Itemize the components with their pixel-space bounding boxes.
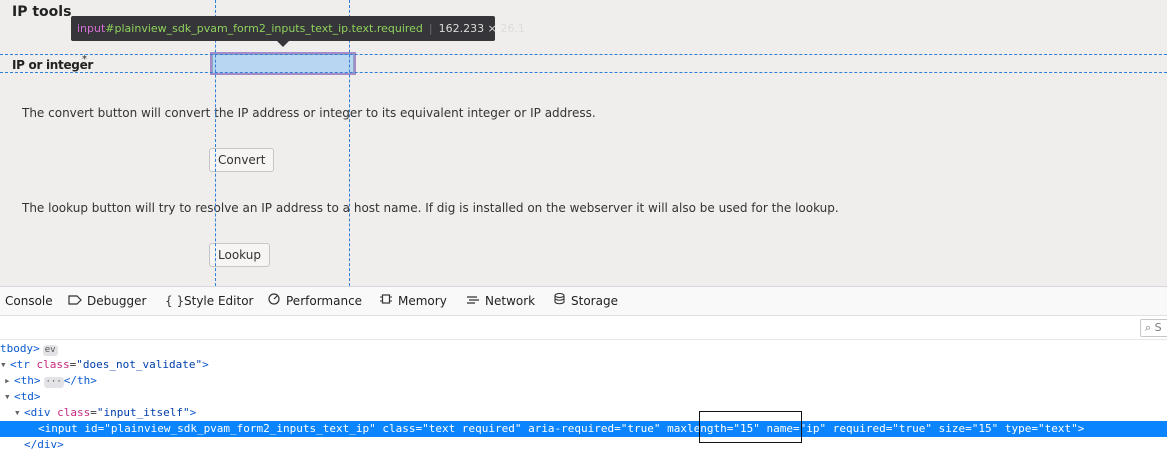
performance-icon [267,287,281,316]
tab-label: Performance [286,294,363,308]
event-badge[interactable]: ev [42,345,58,356]
debugger-icon [68,287,82,316]
devtools-tabbar: Console Debugger { }Style Editor Perform… [0,287,1167,316]
guide-line-bottom [0,72,1167,73]
tab-memory[interactable]: Memory [379,287,447,316]
inspector-toolbar: ⌕ S [0,316,1167,340]
tree-line-div-close[interactable]: </div> [0,437,1167,453]
tree-line-tr[interactable]: ▾ <tr class="does_not_validate"> [0,357,1167,373]
tab-debugger[interactable]: Debugger [68,287,146,316]
tab-label: Network [485,294,536,308]
tab-label: Storage [571,294,618,308]
ip-field-label: IP or integer [12,58,94,72]
style-editor-icon: { } [165,294,185,308]
lookup-button[interactable]: Lookup [209,243,270,267]
collapse-caret-icon[interactable]: ▾ [4,389,14,405]
tab-style-editor[interactable]: { }Style Editor [165,287,253,316]
tooltip-dimensions: 162.233 × 26.1 [438,22,525,35]
tree-line-tbody[interactable]: tbody> ev [0,341,1167,357]
inspector-tooltip: input#plainview_sdk_pvam_form2_inputs_te… [71,16,525,41]
tooltip-id: #plainview_sdk_pvam_form2_inputs_text_ip [105,22,349,35]
collapse-caret-icon[interactable]: ▾ [14,405,24,421]
expand-caret-icon[interactable]: ▸ [4,373,14,389]
tree-line-input-selected[interactable]: <input id="plainview_sdk_pvam_form2_inpu… [0,421,1167,437]
tab-performance[interactable]: Performance [267,287,362,316]
tooltip-classes: .text.required [348,22,423,35]
lookup-description: The lookup button will try to resolve an… [22,201,839,215]
collapsed-badge[interactable]: ··· [43,377,64,388]
guide-line-top [0,54,1167,55]
collapse-caret-icon[interactable]: ▾ [0,357,10,373]
tree-line-div[interactable]: ▾ <div class="input_itself"> [0,405,1167,421]
ip-input[interactable] [212,54,354,74]
tooltip-separator: | [428,22,433,35]
tree-line-th[interactable]: ▸ <th> ··· </th> [0,373,1167,389]
tab-label: Memory [398,294,447,308]
tab-label: Debugger [87,294,147,308]
convert-description: The convert button will convert the IP a… [22,106,596,120]
tab-label: Style Editor [184,294,254,308]
tab-storage[interactable]: Storage [552,287,618,316]
tree-line-td[interactable]: ▾ <td> [0,389,1167,405]
inspected-page: IP tools IP or integer * The convert but… [0,0,1167,286]
tab-console[interactable]: Console [5,287,53,316]
convert-button[interactable]: Convert [209,148,275,172]
tooltip-tag: input [77,22,106,35]
page-title: IP tools [12,4,72,20]
search-icon: ⌕ [1145,321,1152,334]
tab-network[interactable]: Network [466,287,535,316]
guide-line-right [349,0,350,286]
devtools-panel: Console Debugger { }Style Editor Perform… [0,286,1167,453]
network-icon [466,287,480,316]
tab-label: Console [5,294,53,308]
memory-icon [379,287,393,316]
search-html-input[interactable]: ⌕ S [1140,319,1167,337]
required-mark: * [82,54,87,65]
tooltip-arrow [277,41,289,47]
storage-icon [552,287,566,316]
